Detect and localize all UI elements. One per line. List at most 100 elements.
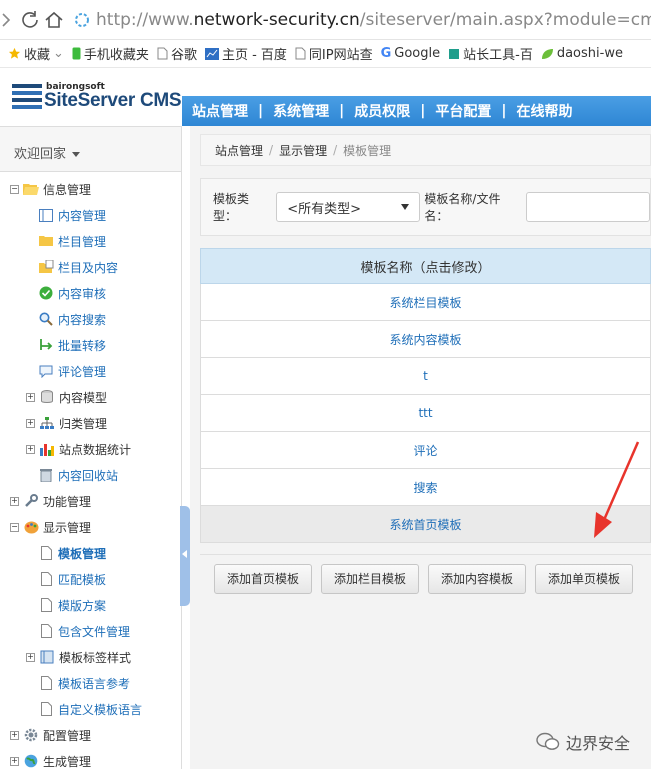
sidebar-item-content-management[interactable]: 内容管理 xyxy=(38,205,106,225)
bookmark-sameip[interactable]: 同IP网站查 xyxy=(295,44,373,63)
sidebar-item-column-and-content[interactable]: 栏目及内容 xyxy=(38,257,118,277)
watermark: 边界安全 xyxy=(536,730,630,754)
nav-online-help[interactable]: 在线帮助 xyxy=(507,101,583,121)
home-icon[interactable] xyxy=(44,5,64,35)
wrench-icon xyxy=(23,493,39,509)
add-content-template-button[interactable]: 添加内容模板 xyxy=(428,563,527,594)
expand-icon[interactable]: + xyxy=(26,418,35,428)
sidebar-item-include-files[interactable]: 包含文件管理 xyxy=(38,621,130,641)
sidebar-item-content-search[interactable]: 内容搜索 xyxy=(38,309,106,329)
expand-icon[interactable]: + xyxy=(26,652,35,662)
transfer-arrow-icon xyxy=(38,337,54,353)
sidebar-item-recycle-bin[interactable]: 内容回收站 xyxy=(38,465,118,485)
expand-icon[interactable]: + xyxy=(10,730,19,740)
expand-icon[interactable]: + xyxy=(10,756,19,766)
breadcrumb-item[interactable]: 站点管理 xyxy=(215,142,263,159)
comment-icon xyxy=(38,363,54,379)
leaf-icon xyxy=(541,48,553,59)
table-row[interactable]: ttt xyxy=(200,395,651,432)
bookmark-baidu[interactable]: 主页 - 百度 xyxy=(204,44,287,63)
sidebar-item-batch-transfer[interactable]: 批量转移 xyxy=(38,335,106,355)
nav-member-permissions[interactable]: 成员权限 xyxy=(344,101,420,121)
top-navigation: 站点管理 | 系统管理 | 成员权限 | 平台配置 | 在线帮助 xyxy=(182,96,651,126)
folder-icon xyxy=(38,233,54,249)
bookmark-google-cn[interactable]: 谷歌 xyxy=(157,44,197,63)
book-icon xyxy=(39,649,55,665)
document-icon xyxy=(38,597,54,613)
template-type-select[interactable]: <所有类型> xyxy=(276,192,421,222)
expand-icon[interactable]: + xyxy=(26,444,35,454)
url-field[interactable]: http://www. network-security.cn/siteserve… xyxy=(74,10,651,30)
sidebar-item-function-management[interactable]: + 功能管理 xyxy=(10,491,91,511)
table-row[interactable]: 系统内容模板 xyxy=(200,321,651,358)
logo-title: SiteServer CMS xyxy=(44,90,182,111)
sidebar-item-template-management[interactable]: 模板管理 xyxy=(38,543,106,563)
nav-platform-config[interactable]: 平台配置 xyxy=(425,101,501,121)
sidebar-item-content-model[interactable]: + 内容模型 xyxy=(26,387,107,407)
sidebar-item-template-scheme[interactable]: 模版方案 xyxy=(38,595,106,615)
gear-icon xyxy=(23,727,39,743)
collapse-icon[interactable]: − xyxy=(10,184,19,194)
sidebar-item-generate-management[interactable]: + 生成管理 xyxy=(10,751,91,771)
sidebar-item-template-language-ref[interactable]: 模板语言参考 xyxy=(38,673,130,693)
sidebar-item-config-management[interactable]: + 配置管理 xyxy=(10,725,91,745)
sidebar-item-display-management[interactable]: − 显示管理 xyxy=(10,517,91,537)
add-index-template-button[interactable]: 添加首页模板 xyxy=(214,563,313,594)
url-prefix: http://www. xyxy=(96,9,194,30)
template-name-input[interactable] xyxy=(525,192,651,222)
bookmark-google[interactable]: G Google xyxy=(381,46,441,61)
sidebar-item-match-template[interactable]: 匹配模板 xyxy=(38,569,106,589)
document-icon xyxy=(38,701,54,717)
page-icon xyxy=(157,47,168,60)
template-name-label: 模板名称/文件名： xyxy=(424,192,501,223)
sidebar-item-site-statistics[interactable]: + 站点数据统计 xyxy=(26,439,131,459)
star-icon xyxy=(8,47,21,59)
sidebar-item-column-management[interactable]: 栏目管理 xyxy=(38,231,106,251)
search-icon xyxy=(38,311,54,327)
bar-chart-icon xyxy=(39,441,55,457)
table-row[interactable]: 系统栏目模板 xyxy=(200,284,651,321)
table-row[interactable]: t xyxy=(200,358,651,395)
breadcrumb-item[interactable]: 显示管理 xyxy=(279,142,327,159)
sidebar-item-content-review[interactable]: 内容审核 xyxy=(38,283,106,303)
check-circle-icon xyxy=(38,285,54,301)
bookmarks-bar: 收藏 ⌄ 手机收藏夹 谷歌 主页 - 百度 同IP网站查 G Google 站长工… xyxy=(0,40,651,68)
action-bar: 添加首页模板 添加栏目模板 添加内容模板 添加单页模板 xyxy=(200,554,651,602)
url-host: network-security.cn xyxy=(193,9,360,30)
globe-icon xyxy=(23,753,39,769)
expand-icon[interactable]: + xyxy=(26,392,35,402)
add-column-template-button[interactable]: 添加栏目模板 xyxy=(321,563,420,594)
welcome-dropdown[interactable]: 欢迎回家 xyxy=(0,126,181,172)
bookmark-mobile[interactable]: 手机收藏夹 xyxy=(72,44,149,63)
annotation-arrow-icon xyxy=(594,441,640,538)
sidebar-collapse-handle[interactable] xyxy=(180,506,190,606)
sidebar-item-comment-management[interactable]: 评论管理 xyxy=(38,361,106,381)
add-single-page-template-button[interactable]: 添加单页模板 xyxy=(535,563,634,594)
document-icon xyxy=(38,623,54,639)
bookmark-favorites[interactable]: 收藏 ⌄ xyxy=(8,44,64,63)
cms-logo[interactable]: bairongsoft SiteServer CMS xyxy=(0,68,182,126)
sidebar-item-template-tag-styles[interactable]: + 模板标签样式 xyxy=(26,647,131,667)
sidebar-item-category-management[interactable]: + 归类管理 xyxy=(26,413,107,433)
caret-down-icon xyxy=(72,152,81,157)
google-icon: G xyxy=(380,46,392,61)
breadcrumb-current: 模板管理 xyxy=(343,143,392,158)
sidebar: 欢迎回家 − 信息管理 内容管理 栏目管理 栏目及内容 内容审核 内容搜索 批量… xyxy=(0,126,182,769)
sidebar-item-info-management[interactable]: − 信息管理 xyxy=(10,179,91,199)
reload-icon[interactable] xyxy=(20,5,40,35)
document-icon xyxy=(38,545,54,561)
dropdown-arrow-icon xyxy=(401,204,410,210)
page-loading-icon xyxy=(75,12,89,27)
forward-icon[interactable] xyxy=(0,5,12,35)
sidebar-item-custom-template-language[interactable]: 自定义模板语言 xyxy=(38,699,142,719)
bookmark-webmaster[interactable]: 站长工具-百 xyxy=(448,44,533,63)
page-icon xyxy=(295,47,306,60)
template-type-label: 模板类型： xyxy=(213,192,250,223)
expand-icon[interactable]: + xyxy=(10,496,19,506)
nav-site-management[interactable]: 站点管理 xyxy=(182,101,258,121)
nav-system-management[interactable]: 系统管理 xyxy=(263,101,339,121)
collapse-icon[interactable]: − xyxy=(10,522,19,532)
browser-address-bar: http://www. network-security.cn/siteserve… xyxy=(0,0,651,40)
bookmark-daoshi[interactable]: daoshi-we xyxy=(541,46,623,61)
recycle-bin-icon xyxy=(38,467,54,483)
